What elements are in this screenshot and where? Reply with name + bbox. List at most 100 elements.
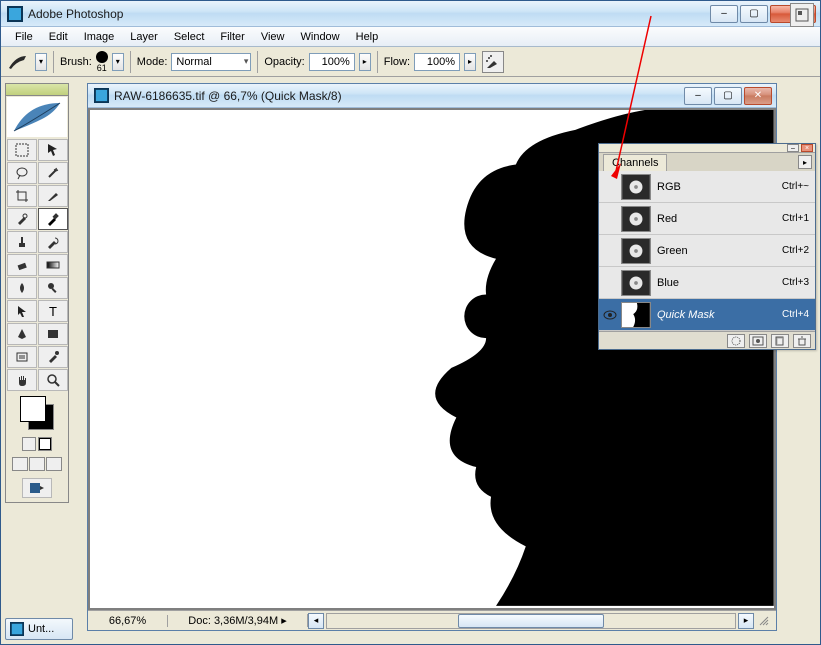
menu-edit[interactable]: Edit (41, 29, 76, 45)
tool-preset-button[interactable] (7, 51, 29, 73)
opacity-input[interactable]: 100% (309, 53, 355, 71)
maximize-button[interactable]: ▢ (740, 5, 768, 23)
save-selection-button[interactable] (749, 334, 767, 348)
hscroll-thumb[interactable] (458, 614, 605, 628)
document-titlebar[interactable]: RAW-6186635.tif @ 66,7% (Quick Mask/8) –… (88, 84, 776, 108)
foreground-color-swatch[interactable] (20, 396, 46, 422)
screenmode-fullmenu[interactable] (29, 457, 45, 471)
menu-window[interactable]: Window (293, 29, 348, 45)
channel-thumbnail (621, 174, 651, 200)
minimize-button[interactable]: – (710, 5, 738, 23)
channel-name: RGB (657, 181, 769, 193)
hscroll-track[interactable] (326, 613, 736, 629)
screenmode-full[interactable] (46, 457, 62, 471)
options-bar: ▾ Brush: 61 ▾ Mode: Normal Opacity: 100%… (1, 47, 820, 77)
quickmask-mode-button[interactable] (38, 437, 52, 451)
brush-preset-button[interactable]: 61 (96, 51, 108, 73)
slice-tool[interactable] (38, 185, 68, 207)
path-selection-tool[interactable] (7, 300, 37, 322)
channel-row-blue[interactable]: BlueCtrl+3 (599, 267, 815, 299)
standard-mode-button[interactable] (22, 437, 36, 451)
menu-select[interactable]: Select (166, 29, 213, 45)
menu-filter[interactable]: Filter (212, 29, 252, 45)
color-swatches[interactable] (20, 396, 54, 430)
crop-tool[interactable] (7, 185, 37, 207)
new-channel-button[interactable] (771, 334, 789, 348)
brush-label: Brush: (60, 56, 92, 68)
delete-channel-button[interactable] (793, 334, 811, 348)
hscroll-left[interactable]: ◂ (308, 613, 324, 629)
clone-stamp-tool[interactable] (7, 231, 37, 253)
doc-maximize-button[interactable]: ▢ (714, 87, 742, 105)
eyedropper-tool[interactable] (38, 346, 68, 368)
panel-drag-handle[interactable]: – × (599, 144, 815, 153)
document-title: RAW-6186635.tif @ 66,7% (Quick Mask/8) (114, 89, 679, 103)
dodge-tool[interactable] (38, 277, 68, 299)
flow-arrow[interactable]: ▸ (464, 53, 476, 71)
menu-view[interactable]: View (253, 29, 293, 45)
channel-row-red[interactable]: RedCtrl+1 (599, 203, 815, 235)
minimized-doc-button[interactable]: Unt... (5, 618, 73, 640)
tool-grid: T (6, 138, 68, 392)
channels-tab[interactable]: Channels (603, 154, 667, 171)
panel-close-button[interactable]: × (801, 144, 813, 152)
screenmode-standard[interactable] (12, 457, 28, 471)
menubar: FileEditImageLayerSelectFilterViewWindow… (1, 27, 820, 47)
flow-input[interactable]: 100% (414, 53, 460, 71)
menu-help[interactable]: Help (348, 29, 387, 45)
channel-row-quick-mask[interactable]: Quick MaskCtrl+4 (599, 299, 815, 331)
move-tool[interactable] (38, 139, 68, 161)
tools-palette[interactable]: T (5, 83, 69, 503)
channel-row-rgb[interactable]: RGBCtrl+~ (599, 171, 815, 203)
gradient-tool[interactable] (38, 254, 68, 276)
resize-grip[interactable] (754, 611, 776, 630)
menu-file[interactable]: File (7, 29, 41, 45)
tools-drag-handle[interactable] (6, 84, 68, 96)
channel-name: Quick Mask (657, 309, 769, 321)
zoom-value[interactable]: 66,67% (88, 615, 168, 627)
channel-row-green[interactable]: GreenCtrl+2 (599, 235, 815, 267)
history-brush-tool[interactable] (38, 231, 68, 253)
blur-tool[interactable] (7, 277, 37, 299)
doc-minimize-button[interactable]: – (684, 87, 712, 105)
channel-thumbnail (621, 302, 651, 328)
app-icon (7, 6, 23, 22)
panel-collapse-button[interactable]: – (787, 144, 799, 152)
palette-well-button[interactable] (790, 3, 814, 27)
channel-name: Red (657, 213, 769, 225)
magic-wand-tool[interactable] (38, 162, 68, 184)
notes-tool[interactable] (7, 346, 37, 368)
marquee-tool[interactable] (7, 139, 37, 161)
channel-shortcut: Ctrl+~ (769, 181, 815, 192)
titlebar[interactable]: Adobe Photoshop – ▢ ✕ (1, 1, 820, 27)
eraser-tool[interactable] (7, 254, 37, 276)
opacity-arrow[interactable]: ▸ (359, 53, 371, 71)
doc-close-button[interactable]: ✕ (744, 87, 772, 105)
channels-panel[interactable]: – × Channels ▸ RGBCtrl+~RedCtrl+1GreenCt… (598, 143, 816, 350)
lasso-tool[interactable] (7, 162, 37, 184)
brush-tool[interactable] (38, 208, 68, 230)
blend-mode-dropdown[interactable]: Normal (171, 53, 251, 71)
jump-to-imageready[interactable] (22, 478, 52, 498)
menu-layer[interactable]: Layer (122, 29, 166, 45)
channel-visibility-toggle[interactable] (599, 310, 621, 320)
doc-info[interactable]: Doc: 3,36M/3,94M ▸ (168, 614, 308, 627)
document-statusbar: 66,67% Doc: 3,36M/3,94M ▸ ◂ ▸ (88, 610, 776, 630)
pen-tool[interactable] (7, 323, 37, 345)
hand-tool[interactable] (7, 369, 37, 391)
brush-dropdown[interactable]: ▾ (112, 53, 124, 71)
load-selection-button[interactable] (727, 334, 745, 348)
brush-size-value: 61 (96, 63, 108, 73)
airbrush-toggle[interactable] (482, 51, 504, 73)
channel-shortcut: Ctrl+3 (769, 277, 815, 288)
zoom-tool[interactable] (38, 369, 68, 391)
type-tool[interactable]: T (38, 300, 68, 322)
shape-tool[interactable] (38, 323, 68, 345)
panel-menu-button[interactable]: ▸ (798, 155, 812, 169)
hscroll-right[interactable]: ▸ (738, 613, 754, 629)
menu-image[interactable]: Image (76, 29, 123, 45)
healing-brush-tool[interactable] (7, 208, 37, 230)
channel-shortcut: Ctrl+1 (769, 213, 815, 224)
mode-label: Mode: (137, 56, 168, 68)
tool-preset-dropdown[interactable]: ▾ (35, 53, 47, 71)
